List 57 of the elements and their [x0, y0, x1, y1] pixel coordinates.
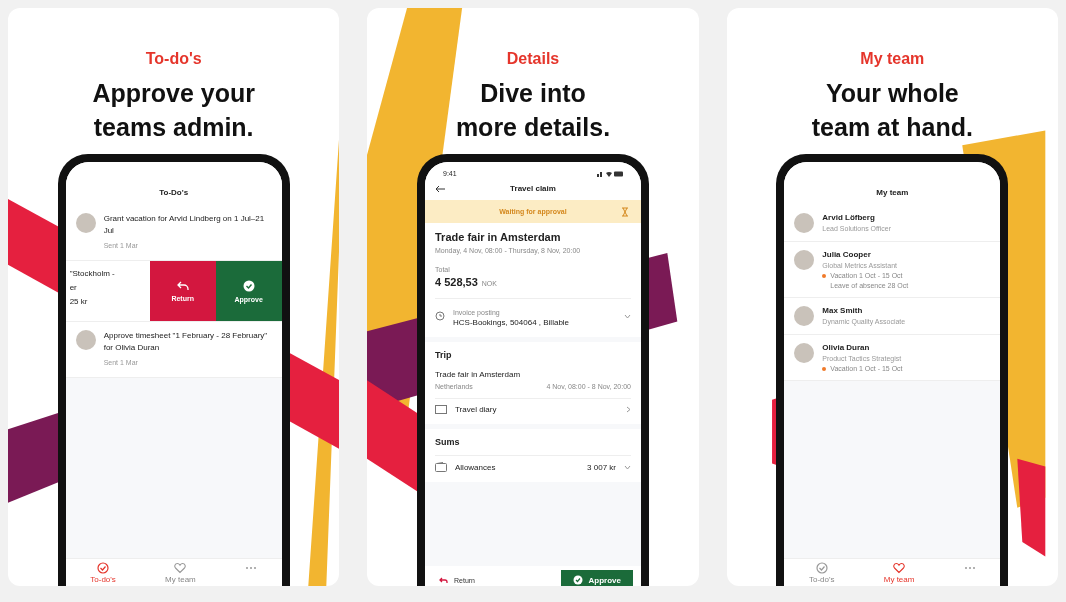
tab[interactable]: To-do's: [84, 562, 122, 586]
avatar: [794, 250, 815, 270]
heart-icon: [174, 562, 187, 574]
avatar: [75, 213, 96, 233]
panel-title: Dive into more details.: [455, 78, 611, 143]
clock-icon: [435, 311, 445, 321]
check-circle-icon: [815, 562, 828, 574]
diary-row[interactable]: Travel diary: [435, 398, 631, 420]
trip-name: Trade fair in Amsterdam: [435, 370, 522, 379]
tab[interactable]: My team: [877, 562, 921, 586]
row-label: Travel diary: [455, 405, 498, 414]
chevron-right-icon: [626, 406, 631, 413]
total-amount: 4 528,53: [435, 276, 478, 288]
hourglass-icon: [621, 206, 629, 217]
avatar: [794, 306, 815, 326]
task-text: "Stockholm -: [69, 269, 116, 278]
row-label: Allowances: [455, 462, 497, 472]
screen-title: My team: [784, 162, 1001, 205]
screen-title: To-Do's: [65, 162, 282, 205]
panel-heading: Details: [506, 50, 560, 68]
member-name: Julia Cooper: [822, 250, 872, 259]
check-circle-icon: [572, 575, 583, 585]
screen-title: Travel claim: [509, 184, 557, 193]
tab[interactable]: My team: [159, 562, 202, 586]
tab[interactable]: To-do's: [802, 562, 841, 586]
member-name: Olivia Duran: [822, 343, 871, 352]
avatar: [75, 330, 96, 350]
amount: 3 007 kr: [587, 462, 616, 472]
avatar: [794, 213, 815, 233]
avatar: [794, 343, 815, 363]
claim-title: Trade fair in Amsterdam: [435, 231, 562, 243]
member-name: Max Smith: [822, 306, 864, 315]
chevron-down-icon: [624, 313, 631, 319]
task-text: Approve timesheet "1 February - 28 February" for Olivia Duran: [103, 330, 269, 354]
task-text: Grant vacation for Arvid Lindberg on 1 Jul–21 Jul: [103, 213, 266, 237]
posting-value: HCS-Bookings, 504064 , Billable: [453, 318, 571, 327]
check-circle-icon: [97, 562, 110, 574]
approve-button[interactable]: Approve: [560, 570, 633, 586]
book-icon: [435, 405, 447, 414]
panel-heading: My team: [860, 50, 925, 68]
back-arrow-icon[interactable]: [435, 184, 445, 193]
panel-title: Approve your teams admin.: [92, 78, 255, 143]
section-title: Trip: [435, 350, 453, 360]
panel-title: Your whole team at hand.: [811, 78, 973, 143]
return-arrow-icon: [176, 280, 189, 291]
return-arrow-icon: [439, 576, 448, 584]
status-icons-icon: [597, 170, 623, 177]
panel-heading: To-do's: [145, 50, 202, 68]
chevron-down-icon: [624, 464, 631, 470]
heart-icon: [893, 562, 906, 574]
wallet-icon: [435, 462, 447, 472]
allowance-row[interactable]: Allowances 3 007 kr: [435, 455, 631, 478]
check-circle-icon: [242, 279, 255, 292]
task-text: 25 kr: [69, 297, 89, 306]
task-text: er: [69, 283, 78, 292]
member-name: Arvid Löfberg: [822, 213, 876, 222]
section-title: Sums: [435, 437, 461, 447]
